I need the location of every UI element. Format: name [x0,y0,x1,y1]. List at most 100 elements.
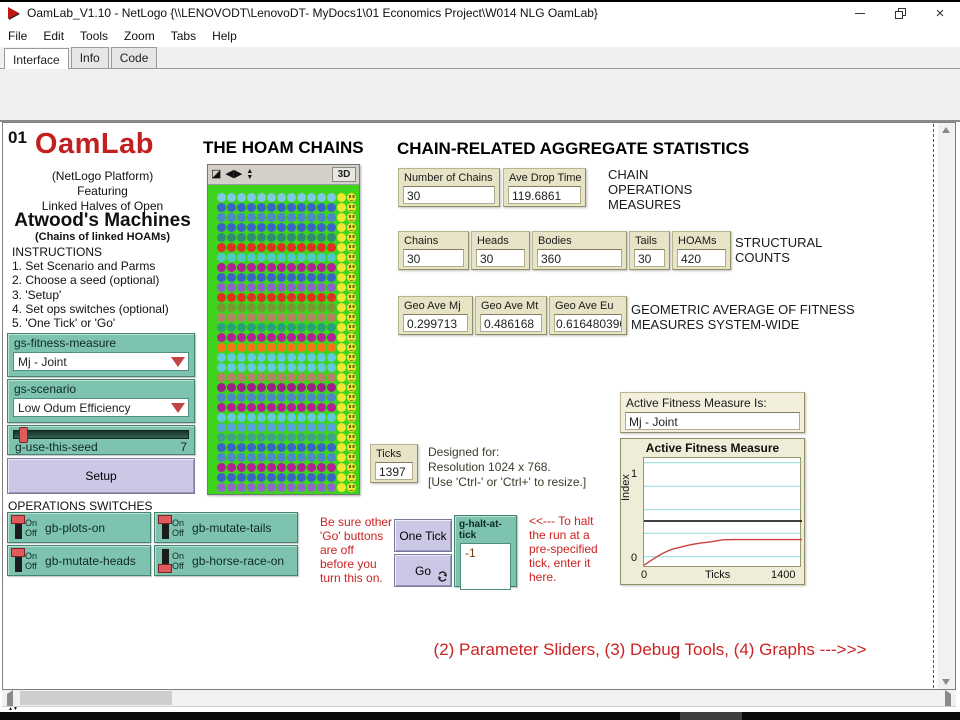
hoam-dot [247,253,256,262]
halt-at-tick-field[interactable]: -1 [460,543,511,590]
tab-interface[interactable]: Interface [4,48,69,69]
one-tick-button[interactable]: One Tick [394,519,452,552]
hoam-dot [217,223,226,232]
switch-gb-horse-race-on[interactable]: OnOff gb-horse-race-on [154,545,298,576]
smiley-face-icon [347,333,356,342]
menu-tabs[interactable]: Tabs [171,29,196,43]
chooser-gs-fitness-measure[interactable]: gs-fitness-measure Mj - Joint [7,333,195,377]
hoam-dot [247,283,256,292]
hoam-dot [287,323,296,332]
hoam-dot [267,193,276,202]
input-g-halt-at-tick[interactable]: g-halt-at-tick -1 [454,515,517,587]
hoam-dot [307,483,316,492]
switch-gb-plots-on[interactable]: OnOff gb-plots-on [7,512,151,543]
hoam-dot [327,303,336,312]
restore-button[interactable] [880,2,920,24]
hoam-dot [277,263,286,272]
minimize-button[interactable] [840,2,880,24]
plot-title: Active Fitness Measure [621,439,804,455]
hoam-dot [317,393,326,402]
vertical-arrows-icon[interactable]: ▲▼ [246,169,253,181]
hoam-dot [317,403,326,412]
view-3d-button[interactable]: 3D [332,167,356,182]
chooser-gs-scenario[interactable]: gs-scenario Low Odum Efficiency [7,379,195,423]
world-view[interactable]: ◪ ◀▶ ▲▼ 3D [207,164,360,495]
resize-corner-icon[interactable]: ◪ [211,169,221,180]
switch-knob[interactable] [158,515,172,524]
hoam-dot [317,423,326,432]
hoam-dot [227,433,236,442]
tab-code[interactable]: Code [111,47,158,68]
hoam-dot [307,303,316,312]
hoam-dot [287,413,296,422]
hoam-dot [247,453,256,462]
chain-row [217,312,359,322]
canvas-right-edge-marker [933,124,934,688]
horizontal-scrollbar[interactable] [2,690,956,706]
slider-g-use-this-seed[interactable]: g-use-this-seed 7 [7,425,195,455]
chooser-value[interactable]: Low Odum Efficiency [13,398,189,417]
menu-zoom[interactable]: Zoom [124,29,155,43]
switch-gb-mutate-heads[interactable]: OnOff gb-mutate-heads [7,545,151,576]
hoam-dot [227,443,236,452]
hoam-dot [277,233,286,242]
hoam-dot [297,473,306,482]
hoam-dot [307,393,316,402]
hoam-dot [277,273,286,282]
setup-button[interactable]: Setup [7,458,195,494]
hoam-dot [247,193,256,202]
menu-edit[interactable]: Edit [43,29,64,43]
footer-pointer-note: (2) Parameter Sliders, (3) Debug Tools, … [380,640,920,660]
hoam-dot [297,463,306,472]
hoam-dot [317,383,326,392]
hoam-dot [287,243,296,252]
go-button[interactable]: Go [394,554,452,587]
menu-file[interactable]: File [8,29,27,43]
switch-slot [15,516,22,539]
switch-knob[interactable] [11,548,25,557]
hoam-dot [257,443,266,452]
hoam-dot [297,313,306,322]
hoam-dot [237,243,246,252]
hoam-dot [247,383,256,392]
chain-end-dot [337,443,346,452]
hoam-dot [247,263,256,272]
switch-gb-mutate-tails[interactable]: OnOff gb-mutate-tails [154,512,298,543]
hoam-dot [287,233,296,242]
vertical-scrollbar[interactable] [938,123,955,689]
hoam-dot [237,283,246,292]
plot-area [643,457,801,567]
subtitle-line: (Chains of linked HOAMs) [0,231,205,243]
hoam-dot [327,223,336,232]
hoam-dot [317,233,326,242]
hoam-dot [227,243,236,252]
hoam-dot [297,353,306,362]
switch-knob[interactable] [158,564,172,573]
hoam-dot [267,283,276,292]
hoam-dot [317,243,326,252]
switch-knob[interactable] [11,515,25,524]
chooser-value[interactable]: Mj - Joint [13,352,189,371]
menu-tools[interactable]: Tools [80,29,108,43]
horizontal-arrows-icon[interactable]: ◀▶ [225,169,242,180]
hoam-dot [237,293,246,302]
chain-end-dot [337,323,346,332]
hoam-dot [237,233,246,242]
tab-info[interactable]: Info [71,47,109,68]
menu-help[interactable]: Help [212,29,237,43]
hoam-dot [217,403,226,412]
hoam-dot [287,373,296,382]
hoam-dot [327,353,336,362]
hoam-dot [237,363,246,372]
hoam-dot [307,293,316,302]
horizontal-scroll-thumb[interactable] [20,691,172,705]
slider-track[interactable] [13,430,189,439]
hoam-dot [247,293,256,302]
hoam-dot [317,273,326,282]
slider-thumb[interactable] [19,427,28,443]
monitor-heads: Heads 30 [471,231,530,270]
hoam-dot [237,273,246,282]
hoam-dot [297,293,306,302]
close-button[interactable]: × [920,2,960,24]
hoam-dot [277,473,286,482]
